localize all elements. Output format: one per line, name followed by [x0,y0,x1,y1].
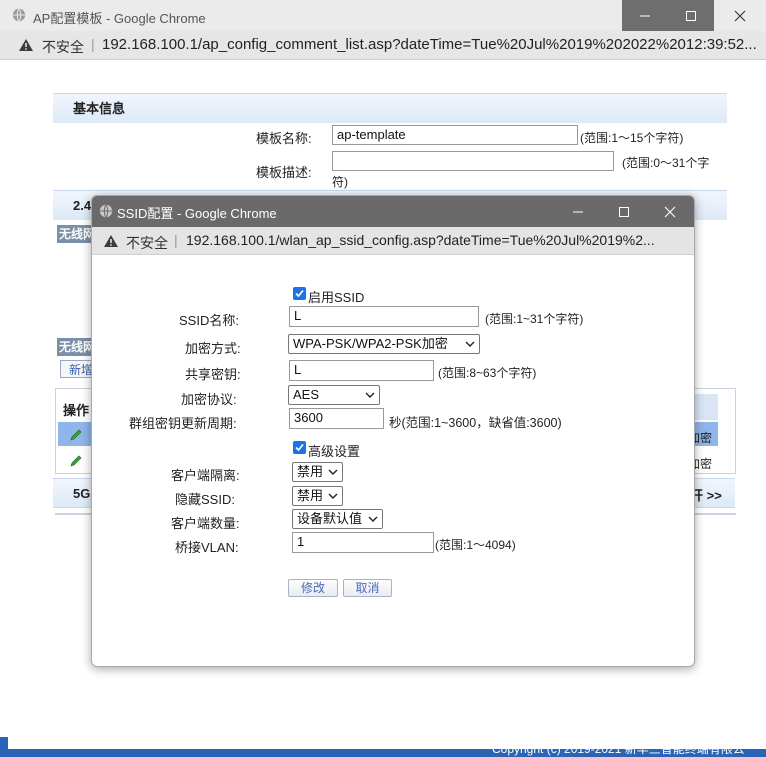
bridge-vlan-input[interactable]: 1 [292,532,434,553]
encryption-label: 加密方式: [185,341,241,356]
popup-maximize-button[interactable] [601,196,647,227]
group-key-period-input[interactable]: 3600 [289,408,384,429]
close-icon [664,206,676,217]
chevron-down-icon [328,493,338,499]
globe-icon [99,204,113,218]
cancel-button[interactable]: 取消 [343,579,392,597]
template-name-hint: (范围:1～15个字符) [580,131,684,145]
globe-icon [12,8,26,22]
wireless-tab-24g[interactable]: 无线网 [57,225,95,243]
close-button[interactable] [714,0,766,31]
enable-ssid-checkbox[interactable] [293,287,306,300]
shared-key-hint: (范围:8~63个字符) [438,366,537,380]
enable-ssid-label: 启用SSID [308,290,365,305]
checkmark-icon [295,443,304,452]
insecure-label: 不安全 [42,39,84,55]
group-key-period-hint: 秒(范围:1~3600，缺省值:3600) [389,416,562,430]
warning-icon [104,235,118,247]
template-name-label: 模板名称: [256,131,312,146]
edit-icon[interactable] [69,454,83,468]
protocol-value: AES [293,387,320,402]
popup-title: SSID配置 - Google Chrome [117,206,277,221]
popup-url[interactable]: 192.168.100.1/wlan_ap_ssid_config.asp?da… [186,232,655,248]
hide-ssid-value: 禁用 [297,488,324,503]
protocol-label: 加密协议: [181,392,237,407]
address-separator: | [91,36,95,52]
minimize-icon [640,15,650,16]
ssid-config-popup: SSID配置 - Google Chrome 不安全 | 192.168.100… [91,195,695,667]
client-isolation-select[interactable]: 禁用 [292,462,343,482]
checkmark-icon [295,289,304,298]
chevron-down-icon [368,516,378,522]
warning-icon [19,39,33,51]
template-desc-hint-cont: 符) [332,175,348,189]
minimize-icon [573,211,583,212]
chevron-down-icon [465,341,475,347]
popup-minimize-button[interactable] [555,196,601,227]
chevron-down-icon [365,392,375,398]
minimize-button[interactable] [622,0,668,31]
close-icon [734,10,746,21]
outer-window-title: AP配置模板 - Google Chrome [33,11,206,26]
hide-ssid-select[interactable]: 禁用 [292,486,343,506]
template-desc-hint: (范围:0～31个字 [622,156,710,170]
popup-address-bar[interactable]: 不安全 | 192.168.100.1/wlan_ap_ssid_config.… [92,227,694,255]
encryption-value: WPA-PSK/WPA2-PSK加密 [293,336,448,351]
advanced-settings-label: 高级设置 [308,444,361,459]
client-count-value: 设备默认值 [297,511,363,526]
client-count-select[interactable]: 设备默认值 [292,509,383,529]
advanced-settings-checkbox[interactable] [293,441,306,454]
table-header-op: 操作 [63,403,90,418]
shared-key-input[interactable]: L [289,360,434,381]
bridge-vlan-hint: (范围:1～4094) [435,538,516,552]
encryption-select[interactable]: WPA-PSK/WPA2-PSK加密 [288,334,480,354]
chevron-down-icon [328,469,338,475]
popup-titlebar: SSID配置 - Google Chrome [92,196,694,227]
edit-icon[interactable] [69,428,83,442]
ssid-name-label: SSID名称: [179,313,239,328]
outer-window-bottom [8,729,766,749]
template-desc-input[interactable] [332,151,614,171]
modify-button[interactable]: 修改 [288,579,338,597]
wireless-tab-24g-list: 无线网 [57,338,95,356]
protocol-select[interactable]: AES [288,385,380,405]
outer-address-bar[interactable]: 不安全 | 192.168.100.1/ap_config_comment_li… [0,31,766,60]
address-separator: | [174,232,178,248]
group-key-period-label: 群组密钥更新周期: [129,416,237,431]
ssid-name-hint: (范围:1~31个字符) [485,312,584,326]
client-count-label: 客户端数量: [171,516,240,531]
ssid-name-input[interactable]: L [289,306,479,327]
insecure-label: 不安全 [126,235,168,251]
template-name-input[interactable]: ap-template [332,125,578,145]
maximize-button[interactable] [668,0,714,31]
hide-ssid-label: 隐藏SSID: [175,492,235,507]
client-isolation-label: 客户端隔离: [171,468,240,483]
maximize-icon [619,206,629,217]
client-isolation-value: 禁用 [297,464,324,479]
shared-key-label: 共享密钥: [185,367,241,382]
basic-info-section: 基本信息 [53,93,727,123]
outer-url[interactable]: 192.168.100.1/ap_config_comment_list.asp… [102,36,757,53]
bridge-vlan-label: 桥接VLAN: [175,540,239,555]
maximize-icon [686,10,696,21]
popup-close-button[interactable] [647,196,693,227]
template-desc-label: 模板描述: [256,165,312,180]
outer-window-titlebar: AP配置模板 - Google Chrome [0,0,766,31]
